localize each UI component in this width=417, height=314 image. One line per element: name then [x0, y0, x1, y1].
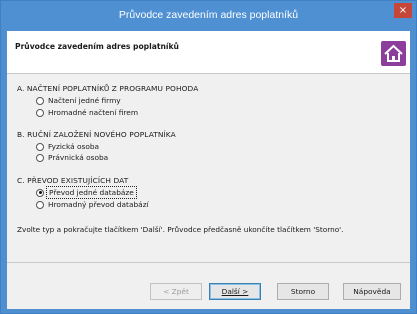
- radio-option-bulk-convert-databases[interactable]: Hromadný převod databází: [36, 200, 149, 209]
- radio-button[interactable]: [36, 108, 44, 117]
- help-button[interactable]: Nápověda: [343, 283, 401, 300]
- option-label: Hromadné načtení firem: [48, 108, 139, 117]
- option-label: Právnická osoba: [48, 153, 109, 162]
- radio-button[interactable]: [36, 142, 44, 151]
- section-heading-c: C. PŘEVOD EXISTUJÍCÍCH DAT: [17, 176, 129, 185]
- radio-option-bulk-load-companies[interactable]: Hromadné načtení firem: [36, 108, 138, 117]
- next-button[interactable]: Další >: [209, 283, 261, 300]
- option-label: Hromadný převod databází: [48, 200, 149, 209]
- radio-button-selected[interactable]: [36, 188, 44, 197]
- instruction-text: Zvolte typ a pokračujte tlačítkem 'Další…: [17, 225, 344, 234]
- home-icon: [381, 41, 406, 66]
- radio-option-natural-person[interactable]: Fyzická osoba: [36, 142, 99, 151]
- wizard-body: A. NAČTENÍ POPLATNÍKŮ Z PROGRAMU POHODA …: [7, 75, 410, 261]
- title-bar[interactable]: Průvodce zavedením adres poplatníků ×: [1, 1, 416, 31]
- radio-option-load-one-company[interactable]: Načtení jedné firmy: [36, 96, 121, 105]
- wizard-client-area: Průvodce zavedením adres poplatníků A. N…: [7, 31, 410, 309]
- radio-button[interactable]: [36, 200, 44, 209]
- option-label: Převod jedné databáze: [46, 186, 137, 199]
- section-heading-b: B. RUČNÍ ZALOŽENÍ NOVÉHO POPLATNÍKA: [17, 130, 176, 139]
- radio-button[interactable]: [36, 96, 44, 105]
- option-label: Načtení jedné firmy: [48, 96, 121, 105]
- radio-option-convert-one-database[interactable]: Převod jedné databáze: [36, 186, 137, 199]
- cancel-button[interactable]: Storno: [277, 283, 329, 300]
- back-button[interactable]: < Zpět: [150, 283, 202, 300]
- next-button-label: Další >: [221, 287, 249, 296]
- option-label: Fyzická osoba: [48, 142, 100, 151]
- wizard-header: Průvodce zavedením adres poplatníků: [7, 31, 410, 74]
- divider: [7, 262, 410, 263]
- page-title: Průvodce zavedením adres poplatníků: [15, 42, 179, 51]
- radio-button[interactable]: [36, 153, 44, 162]
- radio-option-legal-entity[interactable]: Právnická osoba: [36, 153, 108, 162]
- section-heading-a: A. NAČTENÍ POPLATNÍKŮ Z PROGRAMU POHODA: [17, 84, 199, 93]
- wizard-window: Průvodce zavedením adres poplatníků × Pr…: [0, 0, 417, 314]
- window-title: Průvodce zavedením adres poplatníků: [118, 9, 299, 21]
- close-button[interactable]: ×: [394, 3, 412, 18]
